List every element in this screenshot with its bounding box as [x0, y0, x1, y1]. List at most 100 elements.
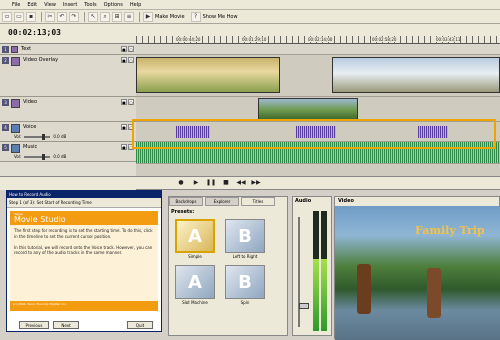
track-header-music[interactable]: 5 Music ● ○ Vol: 0.0 dB	[0, 142, 136, 162]
toolbar: ▫ ▭ ▪ ✂ ↶ ↷ ↖ ⌕ ⊞ ≡ ▶ Make Movie ? Show …	[0, 10, 500, 24]
tab-titles[interactable]: Titles	[241, 197, 275, 206]
speaker-icon	[11, 144, 20, 153]
mute-icon[interactable]: ●	[121, 144, 127, 150]
make-movie-icon[interactable]: ▶	[143, 11, 153, 22]
preset-label: Slot Machine	[182, 300, 208, 305]
solo-icon[interactable]: ○	[128, 99, 134, 105]
toolbar-divider	[84, 11, 85, 22]
text-lane[interactable]	[136, 44, 500, 55]
preset-thumb: A	[175, 265, 215, 299]
track-header-video-overlay[interactable]: 2 Video Overlay ● ○	[0, 55, 136, 97]
make-movie-button[interactable]: Make Movie	[155, 12, 185, 22]
level-meter-left	[313, 211, 319, 331]
quit-button[interactable]: Quit	[127, 321, 153, 329]
track-name: Text	[21, 46, 32, 52]
play-icon[interactable]: ▶	[191, 179, 201, 188]
mute-icon[interactable]: ●	[121, 124, 127, 130]
video-overlay-track-icon	[11, 57, 20, 66]
track-name: Video	[23, 99, 38, 105]
tab-backdrops[interactable]: Backdrops	[169, 197, 203, 206]
save-icon[interactable]: ▪	[26, 11, 36, 22]
volume-label: Vol:	[14, 134, 22, 139]
solo-icon[interactable]: ○	[128, 46, 134, 52]
track-number: 5	[2, 144, 9, 151]
media-panel: Backdrops Explorer Titles Presets: A Sim…	[168, 196, 288, 336]
track-number: 4	[2, 124, 9, 131]
status-area	[0, 176, 136, 190]
menu-help[interactable]: Help	[130, 2, 141, 8]
volume-slider[interactable]	[24, 153, 51, 160]
ripple-icon[interactable]: ≡	[124, 11, 134, 22]
audio-selection-highlight	[132, 119, 496, 149]
presets-label: Presets:	[171, 209, 195, 215]
show-me-how-icon[interactable]: ?	[190, 11, 201, 22]
help-title: How to Record Audio	[7, 191, 161, 198]
level-meter-right	[321, 211, 327, 331]
preset-left-to-right[interactable]: B Left to Right	[225, 219, 265, 263]
volume-db: 0.0 dB	[53, 134, 67, 139]
ruler-label: 00:03:43;11	[436, 37, 461, 42]
menu-options[interactable]: Options	[104, 2, 123, 8]
track-number: 2	[2, 57, 9, 64]
help-step: Step 1 (of 3): Set Start of Recording Ti…	[7, 198, 161, 208]
record-icon[interactable]: ●	[176, 179, 186, 188]
menu-edit[interactable]: Edit	[27, 2, 37, 8]
forward-icon[interactable]: ▶▶	[251, 179, 261, 188]
preset-spin[interactable]: B Spin	[225, 265, 265, 309]
mute-icon[interactable]: ●	[121, 99, 127, 105]
previous-button[interactable]: Previous	[19, 321, 49, 329]
track-name: Video Overlay	[23, 57, 59, 63]
cursor-icon[interactable]: ↖	[88, 11, 98, 22]
master-fader[interactable]	[298, 217, 309, 327]
volume-control[interactable]: Vol: 0.0 dB	[14, 133, 67, 140]
stop-icon[interactable]: ■	[221, 179, 231, 188]
pause-icon[interactable]: ❚❚	[206, 179, 216, 188]
menu-insert[interactable]: Insert	[63, 2, 77, 8]
help-window: How to Record Audio Step 1 (of 3): Set S…	[6, 190, 162, 332]
next-button[interactable]: Next	[53, 321, 79, 329]
audio-label: Audio	[295, 198, 312, 204]
preset-simple[interactable]: A Simple	[175, 219, 215, 263]
redo-icon[interactable]: ↷	[69, 11, 79, 22]
preset-thumb: B	[225, 265, 265, 299]
video-panel: Video Family Trip	[334, 196, 500, 340]
mute-icon[interactable]: ●	[121, 46, 127, 52]
track-header-video[interactable]: 3 Video ● ○	[0, 97, 136, 122]
menu-tools[interactable]: Tools	[84, 2, 96, 8]
volume-control[interactable]: Vol: 0.0 dB	[14, 153, 66, 160]
video-label: Video	[338, 198, 354, 204]
preset-label: Spin	[240, 300, 250, 305]
overlay-clip[interactable]	[332, 57, 500, 93]
undo-icon[interactable]: ↶	[57, 11, 67, 22]
snap-icon[interactable]: ⊞	[112, 11, 122, 22]
solo-icon[interactable]: ○	[128, 57, 134, 63]
brand-title: Movie Studio	[14, 215, 66, 224]
menu-view[interactable]: View	[44, 2, 56, 8]
help-body: The first step for recording is to set t…	[10, 225, 158, 301]
track-number: 1	[2, 46, 9, 53]
zoom-icon[interactable]: ⌕	[100, 11, 110, 22]
track-header-voice[interactable]: 4 Voice ● ○ Vol: 0.0 dB	[0, 122, 136, 142]
track-header-text[interactable]: 1 Text ● ○	[0, 44, 136, 55]
video-overlay-lane[interactable]	[136, 55, 500, 97]
ruler-label: 00:00:44;20	[176, 37, 201, 42]
ruler-label: 00:02:58;20	[372, 37, 397, 42]
timeline-area[interactable]	[136, 44, 500, 176]
menu-file[interactable]: File	[12, 2, 20, 8]
rewind-icon[interactable]: ◀◀	[236, 179, 246, 188]
open-icon[interactable]: ▭	[14, 11, 24, 22]
ruler-label: 00:02:14;00	[308, 37, 333, 42]
volume-slider[interactable]	[24, 133, 51, 140]
preset-slot-machine[interactable]: A Slot Machine	[175, 265, 215, 309]
mute-icon[interactable]: ●	[121, 57, 127, 63]
new-icon[interactable]: ▫	[2, 11, 12, 22]
video-clip[interactable]	[258, 98, 358, 120]
show-me-how-button[interactable]: Show Me How	[203, 12, 238, 22]
fader-knob[interactable]	[299, 303, 309, 309]
timecode-display: 00:02:13;03	[8, 28, 61, 37]
overlay-clip[interactable]	[136, 57, 280, 93]
tab-explorer[interactable]: Explorer	[205, 197, 239, 206]
child-figure	[357, 264, 371, 314]
video-track-icon	[11, 99, 20, 108]
cut-icon[interactable]: ✂	[45, 11, 55, 22]
